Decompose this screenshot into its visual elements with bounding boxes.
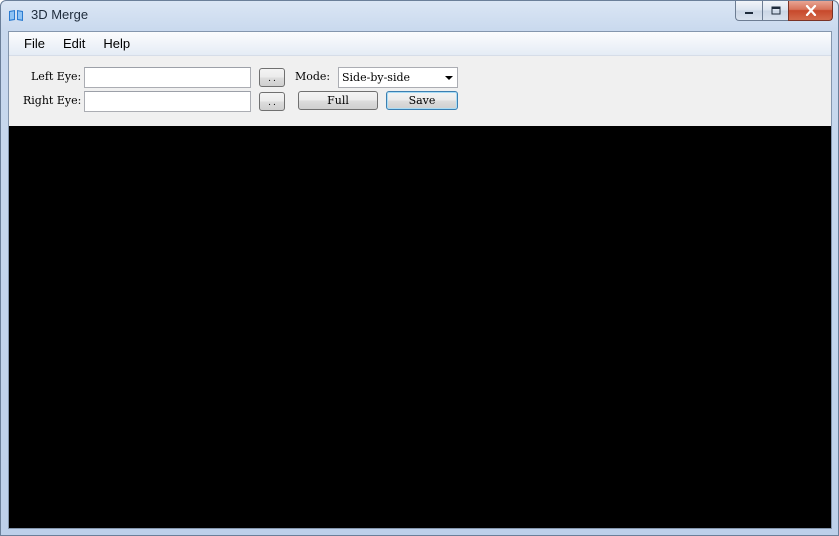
left-eye-label: Left Eye: <box>31 70 82 83</box>
menu-item-edit[interactable]: Edit <box>56 34 92 53</box>
maximize-button[interactable] <box>762 1 788 21</box>
book-icon <box>9 10 23 21</box>
caption-buttons <box>735 1 833 21</box>
title-bar[interactable]: 3D Merge <box>1 1 838 31</box>
minimize-button[interactable] <box>735 1 762 21</box>
preview-canvas[interactable] <box>9 126 831 528</box>
chevron-down-icon <box>445 76 453 80</box>
maximize-icon <box>771 6 780 15</box>
options-panel: Left Eye: .. Mode: Side-by-side Right Ey… <box>9 57 831 126</box>
save-button[interactable]: Save <box>386 91 458 110</box>
right-eye-input[interactable] <box>84 91 251 112</box>
mode-select-value: Side-by-side <box>342 71 411 84</box>
mode-select[interactable]: Side-by-side <box>338 67 458 88</box>
close-icon <box>805 5 816 16</box>
close-button[interactable] <box>788 1 833 21</box>
menu-item-file[interactable]: File <box>17 34 52 53</box>
mode-label: Mode: <box>295 70 331 83</box>
minimize-icon <box>745 11 753 14</box>
right-eye-label: Right Eye: <box>23 94 82 107</box>
window-title: 3D Merge <box>31 7 89 22</box>
full-button[interactable]: Full <box>298 91 378 110</box>
left-eye-browse-button[interactable]: .. <box>259 68 285 87</box>
right-eye-browse-button[interactable]: .. <box>259 92 285 111</box>
client-area: File Edit Help Left Eye: .. Mode: Side-b… <box>8 31 832 529</box>
app-window: 3D Merge File Edit Help Left Eye: .. Mod… <box>0 0 839 536</box>
menu-item-help[interactable]: Help <box>96 34 137 53</box>
menu-bar: File Edit Help <box>9 32 831 56</box>
left-eye-input[interactable] <box>84 67 251 88</box>
